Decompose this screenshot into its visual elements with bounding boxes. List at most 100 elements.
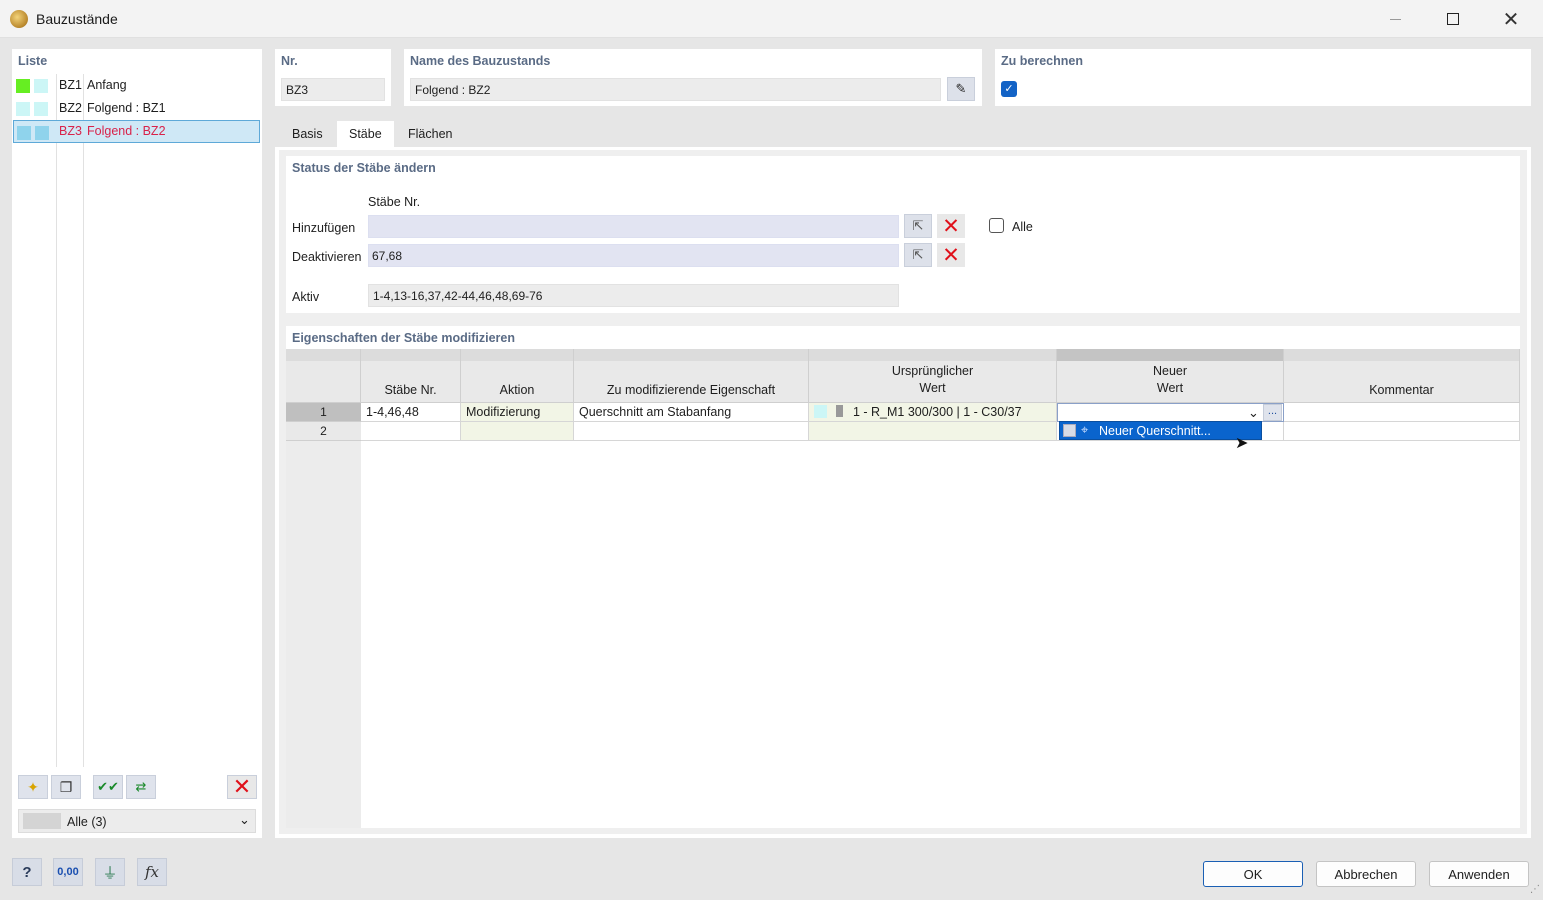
filter-select[interactable]: Alle (3) ⌄ [18,809,256,833]
table-cell[interactable] [809,422,1057,441]
color-swatch [34,102,48,116]
column-header-text: Aktion [499,383,535,397]
filter-button[interactable]: ⏚ [95,858,125,886]
clear-add-button[interactable]: ✕ [937,214,965,238]
new-item-button[interactable]: ✦ [18,775,48,799]
toggle-check-button[interactable]: ⇄ [126,775,156,799]
pick-cursor-icon: ⇱ [912,247,924,262]
members-column-label: Stäbe Nr. [368,195,421,209]
new-value-combobox[interactable]: ⌄ [1057,403,1284,422]
column-header[interactable]: Stäbe Nr. [361,361,461,403]
formula-button[interactable]: fx [137,858,167,886]
copy-icon: ❐ [59,778,73,795]
active-label: Aktiv [292,290,320,304]
close-button[interactable]: ✕ [1482,0,1540,38]
header-band [574,349,809,361]
column-header-text: Ursprünglicher [891,364,974,378]
units-icon: 0,00 [57,866,79,878]
window-title: Bauzustände [36,11,118,27]
properties-title: Eigenschaften der Stäbe modifizieren [292,331,515,345]
table-cell-original: 1 - R_M1 300/300 | 1 - C30/37 [809,403,1057,422]
table-cell[interactable] [1284,403,1520,422]
column-header-text: Kommentar [1369,383,1434,397]
clear-deactivate-button[interactable]: ✕ [937,243,965,267]
ok-button[interactable]: OK [1203,861,1303,887]
resize-grip-icon: ⋰ [1530,884,1540,895]
column-header[interactable]: Kommentar [1284,361,1520,403]
dropdown-option[interactable]: ⌖ Neuer Querschnitt... [1059,421,1262,440]
add-field[interactable] [368,215,899,238]
color-swatch [35,126,49,140]
pick-deactivate-button[interactable]: ⇱ [904,243,932,267]
column-header-text: Zu modifizierende Eigenschaft [606,383,776,397]
table-cell[interactable] [574,422,809,441]
swatch-icon [1063,424,1076,437]
nr-label: Nr. [281,54,298,68]
edit-name-button[interactable]: ✎ [947,77,975,101]
list-item[interactable]: BZ1 Anfang [13,74,260,97]
chevron-down-icon: ⌄ [1248,405,1259,420]
header-band [286,349,361,361]
list-item-name: Folgend : BZ1 [87,101,166,115]
ellipsis-button[interactable]: ... [1263,404,1282,421]
list-item-name: Folgend : BZ2 [87,124,166,138]
list-item-selected[interactable]: BZ3 Folgend : BZ2 [13,120,260,143]
column-header[interactable]: Ursprünglicher Wert [809,361,1057,403]
units-button[interactable]: 0,00 [53,858,83,886]
dropdown-option-label: Neuer Querschnitt... [1099,424,1211,438]
name-field[interactable]: Folgend : BZ2 [410,78,941,101]
table-cell[interactable] [361,422,461,441]
apply-button[interactable]: Anwenden [1429,861,1529,887]
list-divider [56,74,57,767]
color-swatch [814,405,827,418]
help-button[interactable]: ? [12,858,42,886]
deactivate-field[interactable]: 67,68 [368,244,899,267]
tab-staebe[interactable]: Stäbe [337,121,394,147]
maximize-button[interactable] [1424,0,1482,38]
minimize-button[interactable] [1366,0,1424,38]
row-number-header [286,361,361,403]
list-item-id: BZ1 [59,78,82,92]
column-header[interactable]: Aktion [461,361,574,403]
color-swatch [16,79,30,93]
column-header[interactable]: Zu modifizierende Eigenschaft [574,361,809,403]
app-icon [10,10,28,28]
delete-icon: ✕ [942,243,960,267]
active-field: 1-4,13-16,37,42-44,46,48,69-76 [368,284,899,307]
all-label: Alle [1012,220,1033,234]
table-cell[interactable]: 1-4,46,48 [361,403,461,422]
delete-icon: ✕ [942,214,960,238]
delete-item-button[interactable]: ✕ [227,774,257,799]
row-number[interactable]: 1 [286,403,361,422]
color-swatch [17,126,31,140]
row-number[interactable]: 2 [286,422,361,441]
list-divider [83,74,84,767]
close-icon: ✕ [1502,8,1520,31]
nr-field: BZ3 [281,78,385,101]
column-header[interactable]: Neuer Wert [1057,361,1284,403]
check-all-button[interactable]: ✔✔ [93,775,123,799]
tab-basis[interactable]: Basis [280,121,335,147]
calc-label: Zu berechnen [1001,54,1083,68]
toggle-icon: ⇄ [135,779,147,794]
list-item-name: Anfang [87,78,127,92]
header-band [361,349,461,361]
table-cell[interactable]: Querschnitt am Stabanfang [574,403,809,422]
list-item-id: BZ3 [59,124,82,138]
pick-add-button[interactable]: ⇱ [904,214,932,238]
check-icon: ✔✔ [97,779,119,794]
title-bar [0,0,1543,38]
mouse-cursor-icon: ➤ [1235,435,1249,452]
all-checkbox[interactable] [989,218,1004,233]
chevron-down-icon: ⌄ [239,812,250,827]
table-cell[interactable] [461,422,574,441]
copy-button[interactable]: ❐ [51,775,81,799]
add-label: Hinzufügen [292,221,356,235]
cancel-button[interactable]: Abbrechen [1316,861,1416,887]
table-cell[interactable]: Modifizierung [461,403,574,422]
list-item[interactable]: BZ2 Folgend : BZ1 [13,97,260,120]
table-cell[interactable] [1284,422,1520,441]
tab-flaechen[interactable]: Flächen [396,121,464,147]
column-header-text: Stäbe Nr. [384,383,437,397]
calc-checkbox[interactable]: ✓ [1001,81,1017,97]
